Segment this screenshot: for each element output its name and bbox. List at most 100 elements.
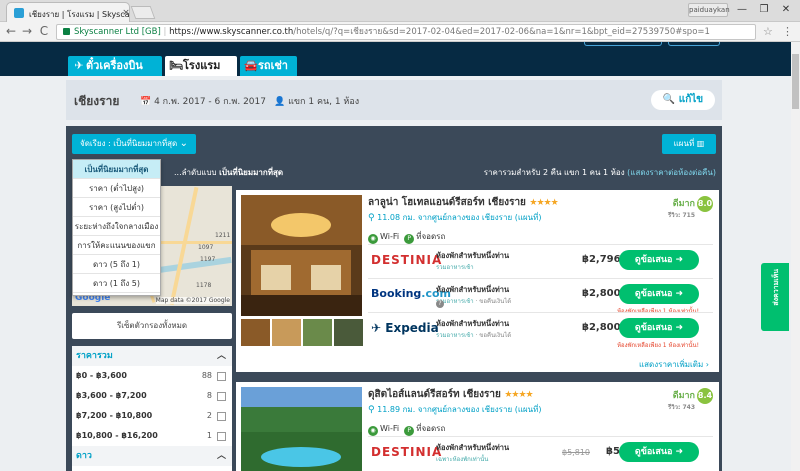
minimize-icon[interactable]: — — [735, 3, 749, 17]
thumbnail[interactable] — [272, 319, 301, 346]
bookmark-star-icon[interactable]: ☆ — [763, 25, 773, 38]
deal-row[interactable]: DESTINIA ห้องพักสำหรับหนึ่งท่าน เฉพาะห้อง… — [368, 436, 713, 470]
sort-summary: ...ลำดับแบบ เป็นที่นิยมมากที่สุด — [174, 168, 284, 177]
url-input[interactable]: Skyscanner Ltd [GB] | https://www.skysca… — [56, 24, 756, 40]
tab-hotels[interactable]: 🛏โรงแรม — [165, 56, 237, 76]
checkbox[interactable] — [217, 372, 226, 381]
sort-option-price-asc[interactable]: ราคา (ต่ำไปสูง) — [73, 179, 160, 198]
hotel-distance[interactable]: ⚲ 11.89 กม. จากศูนย์กลางของ เชียงราย (แผ… — [368, 403, 542, 416]
checkbox[interactable] — [217, 392, 226, 401]
wifi-icon: ◉ — [368, 234, 378, 244]
expedia-icon: ✈ — [371, 321, 382, 335]
edit-search-button[interactable]: 🔍 แก้ไข — [651, 90, 715, 110]
thumbnail[interactable] — [303, 319, 332, 346]
view-deal-button[interactable]: ดูข้อเสนอ ➜ — [619, 318, 699, 338]
chevron-up-icon: ︿ — [216, 451, 226, 461]
per-night-link[interactable]: (แสดงราคาต่อห้องต่อคืน) — [627, 168, 716, 177]
hotel-photo[interactable] — [241, 195, 362, 316]
info-icon[interactable]: ? — [436, 300, 444, 308]
price-filter: ราคารวม ︿ ฿0 - ฿3,600 88 ฿3,600 - ฿7,200 8 … — [72, 346, 232, 471]
destinia-logo: DESTINIA — [371, 445, 443, 459]
page-scrollbar[interactable] — [791, 42, 800, 471]
map-icon: ▥ — [696, 139, 705, 148]
sort-option-popular[interactable]: เป็นที่นิยมมากที่สุด — [73, 160, 160, 179]
view-deal-button[interactable]: ดูข้อเสนอ ➜ — [619, 250, 699, 270]
tab-flights[interactable]: ✈ ตั๋วเครื่องบิน — [68, 56, 162, 76]
star-rating: ★★★★ — [504, 390, 533, 400]
deal-row[interactable]: DESTINIA ห้องพักสำหรับหนึ่งท่าน รวมอาหารเ… — [368, 244, 713, 278]
price-filter-row[interactable]: ฿7,200 - ฿10,800 2 — [72, 406, 232, 426]
browser-menu-icon[interactable]: ⋮ — [782, 25, 793, 38]
address-bar-row: ← → C Skyscanner Ltd [GB] | https://www.… — [0, 22, 800, 42]
header-button[interactable] — [668, 42, 720, 46]
checkbox[interactable] — [217, 412, 226, 421]
checkbox[interactable] — [217, 432, 226, 441]
search-guests: 👤 แขก 1 คน, 1 ห้อง — [274, 97, 360, 107]
search-dates: 📅 4 ก.พ. 2017 - 6 ก.พ. 2017 — [140, 97, 266, 107]
map-label: 1178 — [196, 282, 212, 289]
map-label: 1211 — [215, 232, 231, 239]
deal-room: ห้องพักสำหรับหนึ่งท่าน เฉพาะห้องพักเท่านั… — [436, 443, 510, 463]
price-filter-row[interactable]: ฿3,600 - ฿7,200 8 — [72, 386, 232, 406]
map-pin-icon: ⚲ — [368, 405, 375, 415]
deal-row[interactable]: Booking.com ห้องพักสำหรับหนึ่งท่าน รวมอาห… — [368, 278, 713, 315]
person-icon: 👤 — [274, 97, 286, 107]
tab-title: เชียงราย | โรงแรม | Skyscanner — [29, 10, 130, 19]
scrollbar-thumb[interactable] — [792, 54, 799, 109]
close-window-icon[interactable]: ✕ — [779, 3, 793, 17]
hotel-name[interactable]: ลาลูน่า โฮเทลแอนด์รีสอร์ท เชียงราย ★★★★ — [368, 195, 559, 210]
hotel-card[interactable]: ดุสิตไอส์แลนด์รีสอร์ท เชียงราย ★★★★ ⚲ 11… — [236, 382, 719, 471]
profile-button[interactable]: paiduaykan — [688, 3, 730, 17]
tab-car-hire[interactable]: 🚘รถเช่า — [240, 56, 297, 76]
sort-dropdown-menu: เป็นที่นิยมมากที่สุด ราคา (ต่ำไปสูง) ราค… — [72, 159, 161, 296]
browser-tabbar: เชียงราย | โรงแรม | Skyscanner × paiduay… — [0, 0, 800, 22]
browser-tab[interactable]: เชียงราย | โรงแรม | Skyscanner × — [6, 2, 130, 22]
view-deal-button[interactable]: ดูข้อเสนอ ➜ — [619, 442, 699, 462]
map-button[interactable]: แผนที่ ▥ — [662, 134, 716, 154]
url-path: /hotels/q/?q=เชียงราย&sd=2017-02-04&ed=2… — [293, 27, 710, 37]
sort-label: จัดเรียง : เป็นที่นิยมมากที่สุด — [80, 139, 178, 148]
thumbnail[interactable] — [241, 319, 270, 346]
search-city: เชียงราย — [74, 94, 120, 108]
search-icon: 🔍 — [662, 94, 676, 105]
hotel-photo[interactable] — [241, 387, 362, 471]
more-prices-link[interactable]: แสดงราคาเพิ่มเติม › — [639, 358, 709, 371]
lock-icon — [63, 28, 70, 35]
view-deal-button[interactable]: ดูข้อเสนอ ➜ — [619, 284, 699, 304]
hotel-distance[interactable]: ⚲ 11.08 กม. จากศูนย์กลางของ เชียงราย (แผ… — [368, 211, 542, 224]
deal-row[interactable]: ✈ Expedia ห้องพักสำหรับหนึ่งท่าน รวมอาหาร… — [368, 312, 713, 349]
tab-car-hire-label: รถเช่า — [258, 59, 288, 72]
old-price: ฿5,810 — [562, 448, 590, 457]
sort-option-stars-asc[interactable]: ดาว (1 ถึง 5) — [73, 274, 160, 293]
feedback-button[interactable]: ส่งความเห็น — [761, 263, 789, 331]
tab-hotels-label: โรงแรม — [183, 59, 221, 72]
chevron-up-icon: ︿ — [216, 351, 226, 361]
new-tab-button[interactable] — [130, 6, 156, 19]
header-button[interactable] — [584, 42, 662, 46]
back-icon[interactable]: ← — [4, 25, 18, 39]
hotel-photo-image — [241, 195, 362, 316]
sort-option-price-desc[interactable]: ราคา (สูงไปต่ำ) — [73, 198, 160, 217]
sort-dropdown-button[interactable]: จัดเรียง : เป็นที่นิยมมากที่สุด ⌄ — [72, 134, 196, 154]
price-filter-heading[interactable]: ราคารวม ︿ — [72, 346, 232, 366]
sort-option-distance[interactable]: ระยะห่างถึงใจกลางเมือง — [73, 217, 160, 236]
reload-icon[interactable]: C — [37, 25, 51, 39]
hotel-name[interactable]: ดุสิตไอส์แลนด์รีสอร์ท เชียงราย ★★★★ — [368, 387, 534, 402]
forward-icon[interactable]: → — [20, 25, 34, 39]
sort-option-guest-rating[interactable]: การให้คะแนนของแขก — [73, 236, 160, 255]
stars-filter-heading[interactable]: ดาว ︿ — [72, 446, 232, 466]
url-host: https://www.skyscanner.co.th — [169, 27, 294, 37]
map-credit: Map data ©2017 Google — [155, 297, 230, 304]
price-filter-row[interactable]: ฿0 - ฿3,600 88 — [72, 366, 232, 386]
price-filter-row[interactable]: ฿10,800 - ฿16,200 1 — [72, 426, 232, 446]
reset-filters-button[interactable]: รีเซ็ตตัวกรองทั้งหมด — [72, 313, 232, 339]
map-road — [169, 186, 199, 306]
deal-price: ฿2,800 — [582, 322, 621, 333]
hotel-card[interactable]: ลาลูน่า โฮเทลแอนด์รีสอร์ท เชียงราย ★★★★ … — [236, 190, 719, 372]
thumbnail[interactable] — [334, 319, 363, 346]
calendar-icon: 📅 — [140, 97, 152, 107]
plane-icon: ✈ — [74, 59, 84, 72]
maximize-icon[interactable]: ❐ — [757, 3, 771, 17]
sort-option-stars-desc[interactable]: ดาว (5 ถึง 1) — [73, 255, 160, 274]
tab-close-icon[interactable]: × — [121, 8, 129, 18]
